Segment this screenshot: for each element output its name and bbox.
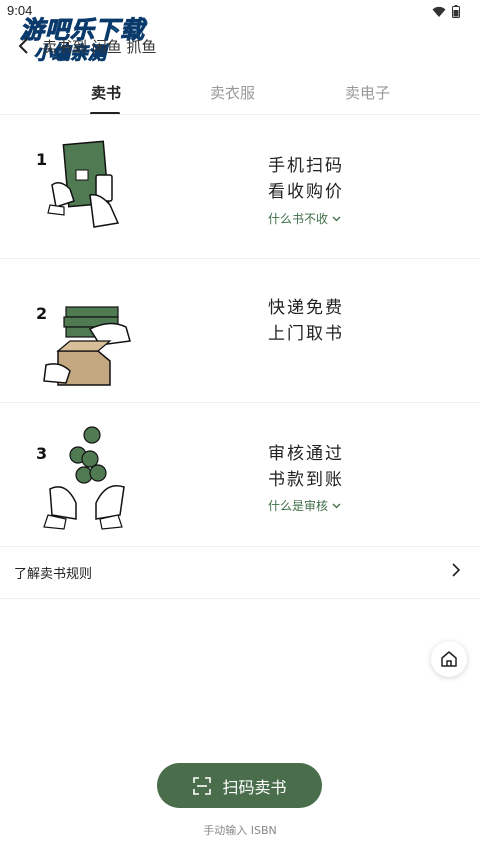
page-title: 卖书到 闲鱼 抓鱼	[42, 38, 157, 56]
tab-sell-books[interactable]: 卖书	[91, 82, 121, 103]
step-3-line2: 书款到账	[268, 470, 344, 490]
step-2-title: 快递免费 上门取书	[268, 295, 344, 347]
step-number-2: 2	[36, 304, 47, 323]
coins-hands-illustration: 3	[36, 426, 125, 530]
step-1-link[interactable]: 什么书不收	[268, 210, 341, 227]
tab-bar: 卖书 卖衣服 卖电子	[0, 74, 480, 115]
scan-sell-label: 扫码卖书	[222, 777, 287, 797]
step-number-3: 3	[36, 444, 47, 463]
back-button[interactable]	[12, 34, 36, 58]
battery-icon	[452, 5, 460, 18]
step-card-3: 3 审核通过 书款到账 什么是审核	[0, 403, 480, 547]
courier-box-illustration: 2	[36, 304, 131, 386]
home-icon	[441, 651, 457, 667]
chevron-right-icon	[452, 563, 461, 577]
step-3-link[interactable]: 什么是审核	[268, 497, 341, 514]
wifi-icon	[432, 6, 446, 17]
step-3-title: 审核通过 书款到账	[268, 441, 344, 493]
step-card-1: 1 手机扫码 看收购价 什么书不收	[0, 115, 480, 259]
manual-isbn-link[interactable]: 手动输入 ISBN	[0, 822, 480, 838]
tab-sell-electronics[interactable]: 卖电子	[345, 82, 390, 103]
step-card-2: 2 快递免费 上门取书	[0, 259, 480, 403]
chevron-left-icon	[18, 38, 28, 54]
scan-icon	[193, 776, 212, 795]
tab-sell-clothes[interactable]: 卖衣服	[210, 82, 255, 103]
step-2-line2: 上门取书	[268, 324, 344, 344]
step-1-link-label: 什么书不收	[268, 212, 329, 226]
scan-sell-button[interactable]: 扫码卖书	[157, 763, 322, 808]
nav-bar: 卖书到 闲鱼 抓鱼	[0, 24, 480, 74]
step-3-link-label: 什么是审核	[268, 499, 329, 513]
status-icons	[432, 5, 460, 18]
step-number-1: 1	[36, 150, 47, 169]
chevron-down-icon	[332, 216, 341, 222]
sell-rules-label: 了解卖书规则	[14, 567, 93, 582]
step-1-line2: 看收购价	[268, 182, 344, 202]
step-1-line1: 手机扫码	[268, 156, 344, 176]
sell-rules-row[interactable]: 了解卖书规则	[0, 546, 480, 599]
step-1-title: 手机扫码 看收购价	[268, 153, 344, 205]
chevron-down-icon	[332, 503, 341, 509]
step-3-line1: 审核通过	[268, 444, 344, 464]
step-2-line1: 快递免费	[268, 298, 344, 318]
scan-book-illustration: 1	[36, 140, 120, 228]
home-button[interactable]	[431, 641, 467, 677]
